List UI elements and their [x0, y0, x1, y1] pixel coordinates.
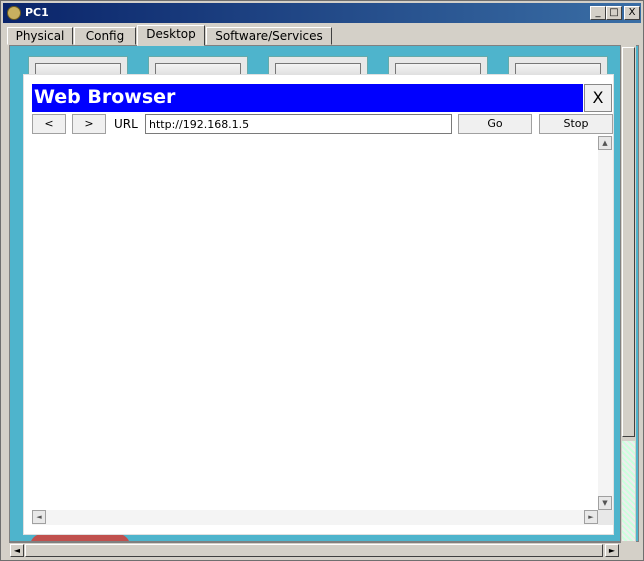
scroll-up-icon[interactable]: ▲ [598, 136, 612, 150]
browser-horizontal-scrollbar[interactable]: ◄ ► [32, 510, 598, 525]
scroll-left-icon[interactable]: ◄ [10, 544, 24, 557]
scrollbar-corner [598, 510, 613, 525]
maximize-button[interactable]: □ [606, 6, 622, 20]
forward-button[interactable]: > [72, 114, 106, 134]
scroll-left-icon[interactable]: ◄ [32, 510, 46, 524]
browser-title: Web Browser [34, 86, 176, 108]
tab-desktop[interactable]: Desktop [137, 25, 205, 46]
scroll-down-icon[interactable]: ▼ [598, 496, 612, 510]
window-title: PC1 [25, 6, 49, 19]
browser-vertical-scrollbar[interactable]: ▲ ▼ [598, 136, 613, 510]
close-button[interactable]: X [624, 6, 640, 20]
browser-content-area[interactable] [32, 136, 598, 510]
desktop-vertical-scrollbar[interactable] [620, 45, 636, 542]
app-icon [7, 6, 21, 20]
scroll-right-icon[interactable]: ► [605, 544, 619, 557]
tab-software-services[interactable]: Software/Services [206, 27, 332, 45]
minimize-button[interactable]: _ [590, 6, 606, 20]
desktop-app-icon-partial[interactable] [30, 534, 130, 541]
window-titlebar[interactable]: PC1 _ □ X [3, 3, 641, 23]
stop-button[interactable]: Stop [539, 114, 613, 134]
tab-config[interactable]: Config [74, 27, 136, 45]
scroll-right-icon[interactable]: ► [584, 510, 598, 524]
scrollbar-track[interactable] [622, 441, 635, 541]
desktop-horizontal-scrollbar[interactable]: ◄ ► [9, 542, 621, 557]
go-button[interactable]: Go [458, 114, 532, 134]
scrollbar-thumb[interactable] [25, 544, 603, 557]
pc1-window: PC1 _ □ X Physical Config Desktop Softwa… [0, 0, 644, 561]
browser-close-button[interactable]: X [584, 84, 612, 112]
back-button[interactable]: < [32, 114, 66, 134]
browser-titlebar: Web Browser [32, 84, 583, 112]
scrollbar-thumb[interactable] [622, 47, 635, 437]
tab-physical[interactable]: Physical [7, 27, 73, 45]
url-input[interactable] [145, 114, 452, 134]
web-browser-app: Web Browser X < > URL Go Stop ▲ ▼ ◄ ► [23, 74, 614, 535]
url-label: URL [114, 117, 138, 131]
